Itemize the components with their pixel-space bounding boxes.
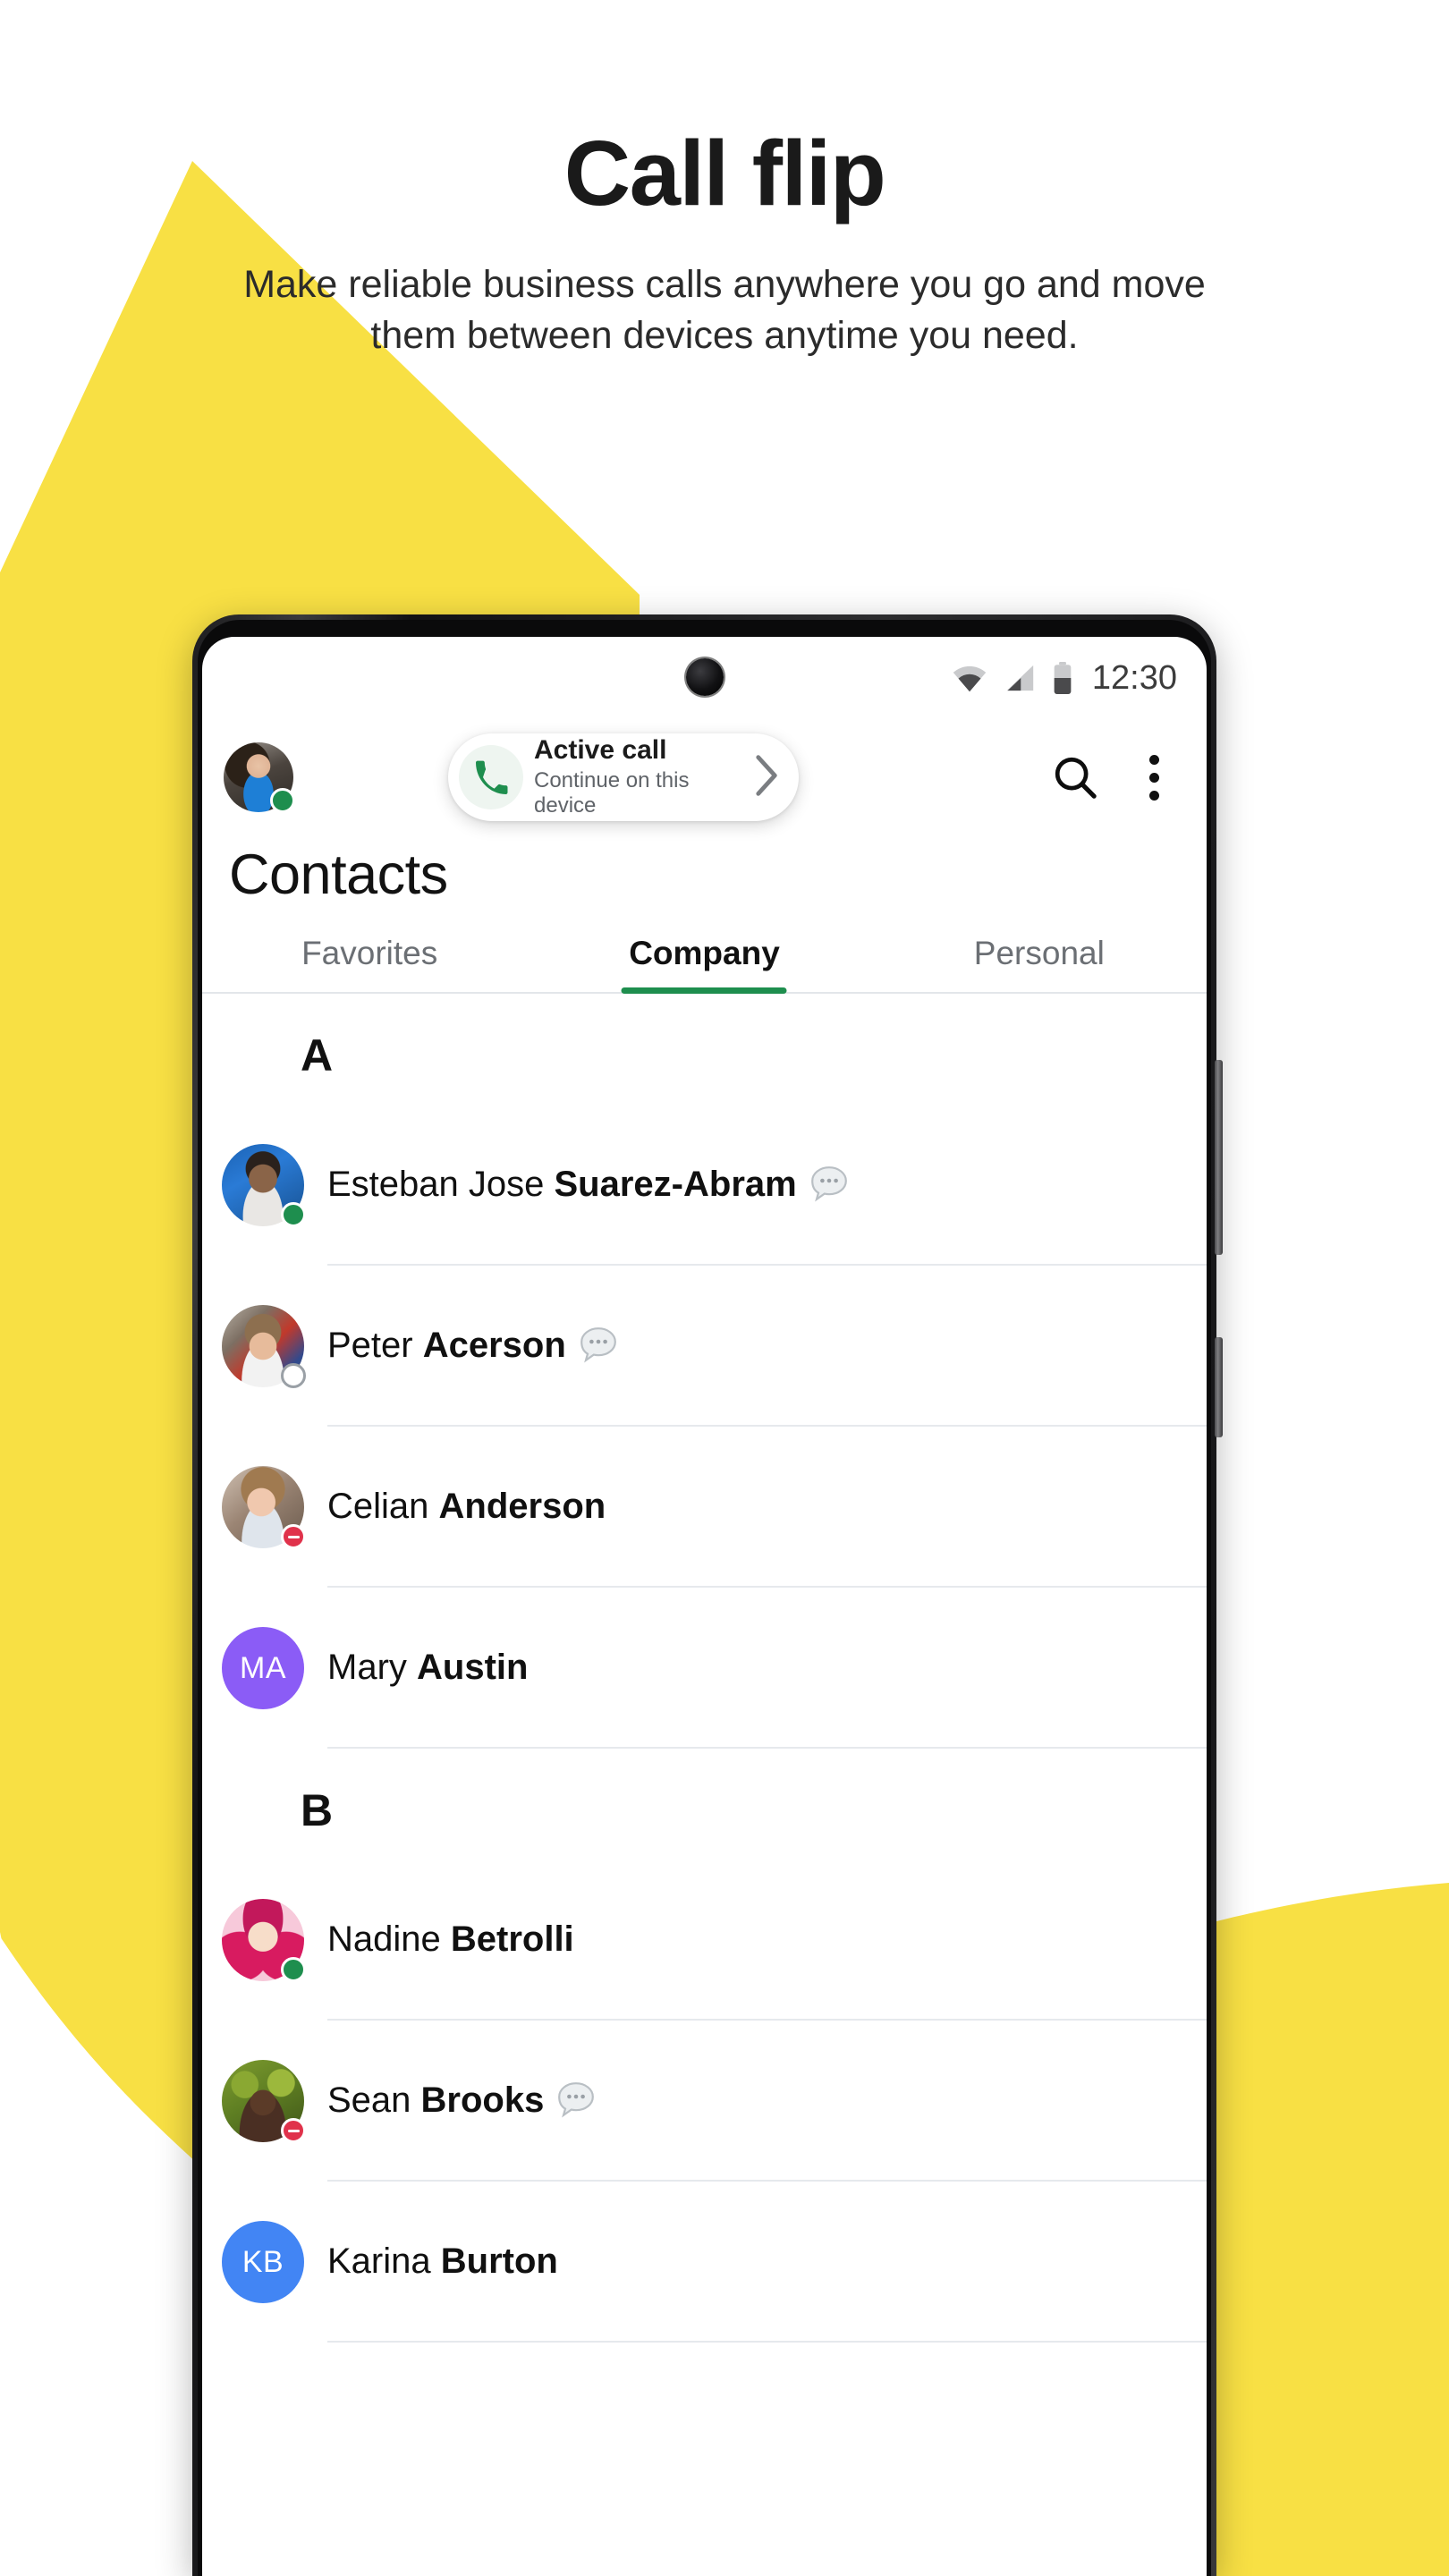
message-bubble-icon[interactable] — [556, 2080, 596, 2120]
contacts-list: A Esteban Jose Suarez-Abram Peter Acerso… — [202, 994, 1207, 2343]
page-title: Call flip — [564, 122, 886, 225]
hero-section: Call flip Make reliable business calls a… — [0, 0, 1449, 361]
message-bubble-icon[interactable] — [579, 1326, 618, 1365]
table-row[interactable]: Peter Acerson — [202, 1266, 1207, 1428]
presence-indicator-online — [281, 1202, 306, 1228]
contact-name: Peter Acerson — [327, 1325, 566, 1365]
presence-indicator-online — [270, 788, 295, 813]
contact-row-body: Celian Anderson — [327, 1427, 1207, 1589]
contact-name: Esteban Jose Suarez-Abram — [327, 1164, 797, 1204]
contact-row-body: Nadine Betrolli — [327, 1860, 1207, 2021]
table-row[interactable]: KB Karina Burton — [202, 2182, 1207, 2343]
table-row[interactable]: Esteban Jose Suarez-Abram — [202, 1105, 1207, 1267]
more-options-button[interactable] — [1128, 751, 1180, 803]
avatar-initials: MA — [222, 1627, 304, 1710]
avatar — [222, 2060, 306, 2144]
active-call-text: Active call Continue on this device — [534, 735, 741, 819]
avatar — [222, 1899, 306, 1983]
table-row[interactable]: Celian Anderson — [202, 1427, 1207, 1589]
search-button[interactable] — [1049, 751, 1101, 803]
battery-icon — [1054, 662, 1072, 694]
table-row[interactable]: MA Mary Austin — [202, 1588, 1207, 1750]
contact-row-body: Sean Brooks — [327, 2021, 1207, 2182]
contact-row-body: Esteban Jose Suarez-Abram — [327, 1105, 1207, 1267]
active-call-title: Active call — [534, 734, 667, 765]
contact-name: Celian Anderson — [327, 1486, 606, 1526]
phone-icon-container — [459, 745, 523, 809]
avatar-initials: KB — [222, 2221, 304, 2304]
contacts-tabs: Favorites Company Personal — [202, 929, 1207, 995]
contact-name: Mary Austin — [327, 1647, 529, 1687]
avatar: KB — [222, 2221, 304, 2304]
contact-row-body: Peter Acerson — [327, 1266, 1207, 1428]
status-bar: 12:30 — [202, 637, 1207, 719]
phone-screen: 12:30 Active call Continue on this devic… — [202, 637, 1207, 2576]
section-header-b: B — [301, 1785, 334, 1836]
presence-indicator-online — [281, 1957, 306, 1983]
table-row[interactable]: Nadine Betrolli — [202, 1860, 1207, 2021]
search-icon — [1055, 757, 1097, 799]
cellular-signal-icon — [1006, 665, 1034, 691]
phone-mockup: 12:30 Active call Continue on this devic… — [192, 614, 1223, 2576]
contact-row-body: Karina Burton — [327, 2182, 1207, 2343]
tab-company[interactable]: Company — [537, 929, 871, 992]
active-call-banner[interactable]: Active call Continue on this device — [448, 733, 799, 821]
contact-name: Nadine Betrolli — [327, 1919, 574, 1959]
yellow-shape-right — [1216, 1883, 1449, 2576]
active-call-subtitle: Continue on this device — [534, 767, 690, 818]
tab-personal[interactable]: Personal — [872, 929, 1207, 992]
app-bar: Active call Continue on this device — [202, 719, 1207, 835]
page-subtitle: Make reliable business calls anywhere yo… — [243, 263, 1206, 357]
volume-button[interactable] — [1215, 1060, 1223, 1255]
app-bar-actions — [1049, 751, 1187, 803]
tab-favorites[interactable]: Favorites — [202, 929, 537, 992]
contact-row-body: Mary Austin — [327, 1588, 1207, 1750]
contact-name: Karina Burton — [327, 2241, 558, 2281]
chevron-right-icon[interactable] — [752, 754, 786, 801]
message-bubble-icon[interactable] — [809, 1165, 849, 1204]
contact-name: Sean Brooks — [327, 2080, 545, 2120]
section-header-a: A — [301, 1030, 334, 1081]
presence-indicator-dnd — [281, 2118, 306, 2144]
profile-avatar[interactable] — [224, 742, 295, 813]
phone-icon — [476, 760, 508, 794]
presence-indicator-dnd — [281, 1524, 306, 1550]
table-row[interactable]: Sean Brooks — [202, 2021, 1207, 2182]
contacts-page-title: Contacts — [229, 843, 448, 906]
avatar — [222, 1305, 306, 1389]
wifi-icon — [953, 665, 987, 692]
avatar: MA — [222, 1627, 304, 1710]
avatar — [222, 1466, 306, 1550]
more-vert-icon — [1148, 754, 1159, 801]
status-bar-clock: 12:30 — [1091, 658, 1177, 697]
presence-indicator-offline — [281, 1363, 306, 1389]
power-button[interactable] — [1215, 1337, 1223, 1437]
avatar — [222, 1144, 306, 1228]
front-camera-icon — [685, 658, 724, 696]
